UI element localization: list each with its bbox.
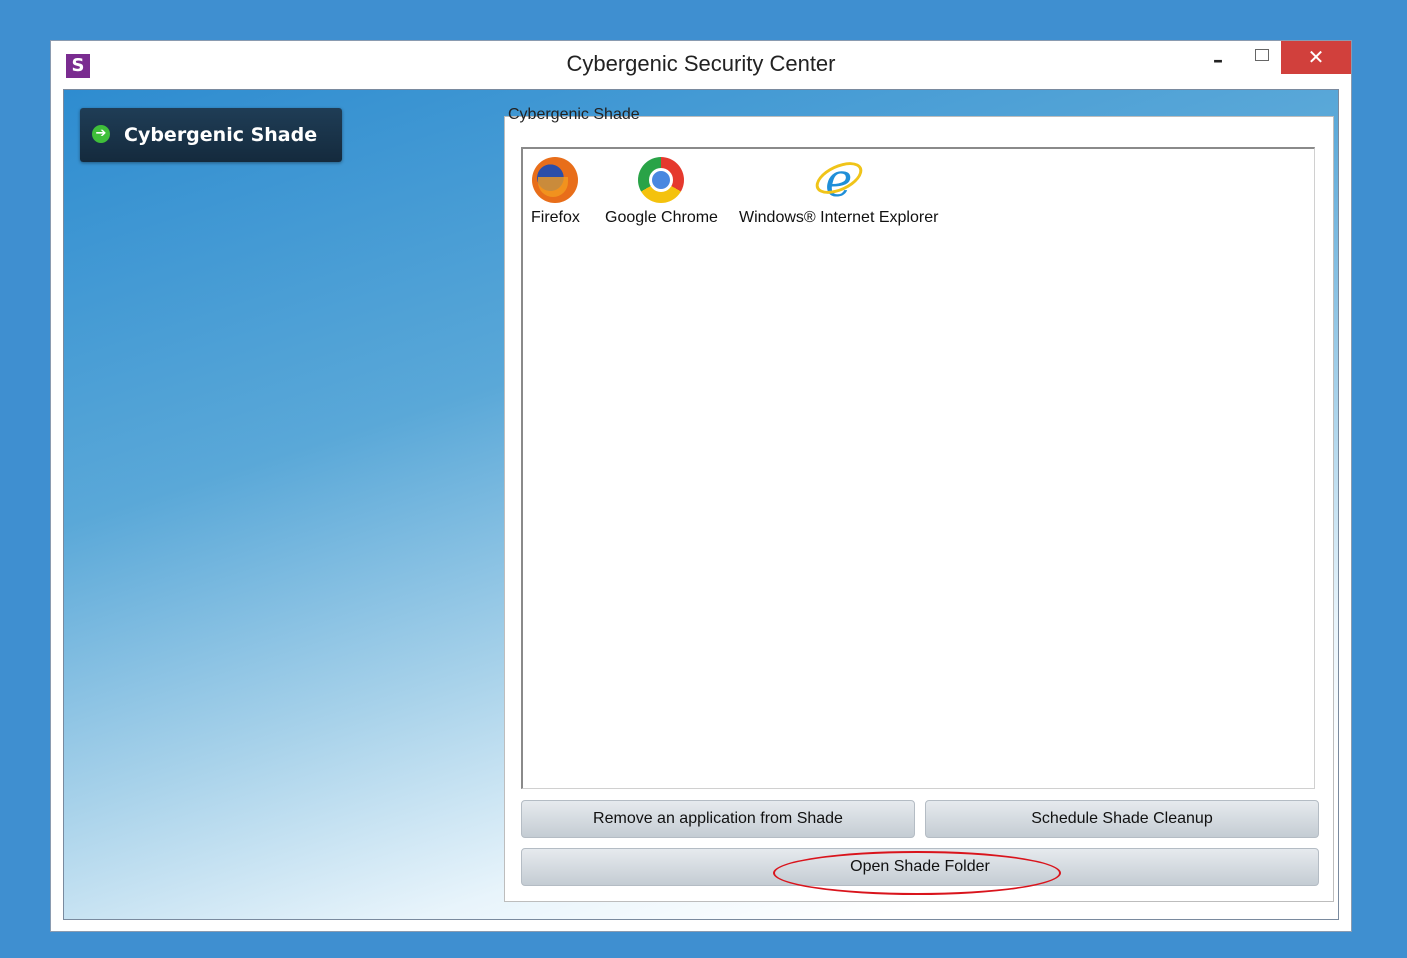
internet-explorer-icon: e [816, 157, 862, 203]
maximize-icon [1255, 49, 1269, 61]
sidebar-item-cybergenic-shade[interactable]: ➔ Cybergenic Shade [80, 108, 342, 162]
chrome-icon [638, 157, 685, 203]
window-title: Cybergenic Security Center [566, 51, 836, 76]
list-item-internet-explorer[interactable]: e Windows® Internet Explorer [739, 157, 938, 227]
open-shade-folder-button[interactable]: Open Shade Folder [521, 848, 1319, 886]
schedule-cleanup-button[interactable]: Schedule Shade Cleanup [925, 800, 1319, 838]
close-button[interactable]: ✕ [1281, 41, 1351, 74]
shaded-applications-list[interactable]: Firefox Google Chrome e Windows® Interne… [521, 147, 1315, 789]
list-item-firefox[interactable]: Firefox [531, 157, 580, 227]
title-bar[interactable]: S Cybergenic Security Center – ✕ [51, 41, 1351, 89]
app-label: Google Chrome [605, 209, 718, 226]
sidebar-item-label: Cybergenic Shade [124, 124, 318, 146]
remove-application-button[interactable]: Remove an application from Shade [521, 800, 915, 838]
maximize-button[interactable] [1247, 41, 1277, 74]
minimize-button[interactable]: – [1203, 41, 1233, 74]
client-area: ➔ Cybergenic Shade Firefox Google Chrome… [63, 89, 1339, 920]
groupbox-legend: Cybergenic Shade [508, 106, 640, 123]
app-label: Firefox [531, 209, 580, 226]
list-item-google-chrome[interactable]: Google Chrome [605, 157, 718, 227]
firefox-icon [532, 157, 579, 203]
app-window: S Cybergenic Security Center – ✕ ➔ Cyber… [50, 40, 1352, 932]
app-label: Windows® Internet Explorer [739, 209, 939, 226]
shade-groupbox: Firefox Google Chrome e Windows® Interne… [504, 116, 1334, 902]
arrow-right-circle-icon: ➔ [92, 125, 110, 143]
